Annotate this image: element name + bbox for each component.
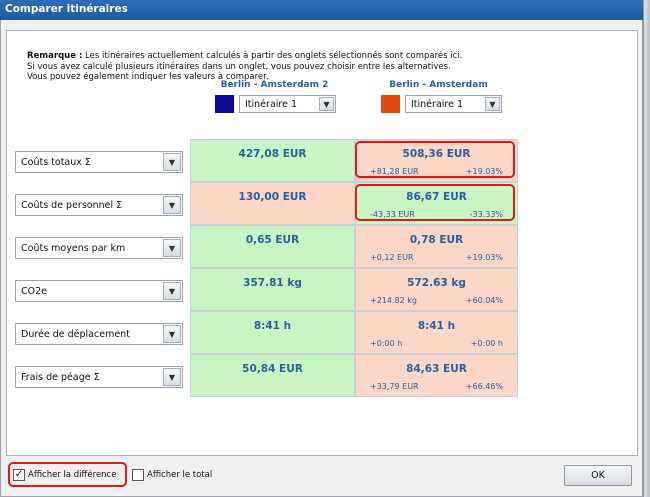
value-cell-col1: 427,08 EUR [190,139,355,182]
chevron-down-icon[interactable]: ▼ [485,97,500,111]
title-bar: Comparer itinéraires [0,0,643,20]
remark-text: Remarque : Les itinéraires actuellement … [27,51,627,83]
chevron-down-icon[interactable]: ▼ [163,368,181,386]
value-cell-col2: 84,63 EUR +33,79 EUR +66.46% [355,354,518,397]
column-title-1: Berlin - Amsterdam 2 [220,80,329,90]
difference-percent: +66.46% [465,382,503,391]
difference-absolute: +214.82 kg [370,296,417,305]
value-cell-col1: 50,84 EUR [190,354,355,397]
difference-absolute: +33,79 EUR [370,382,419,391]
difference-absolute: +0,12 EUR [370,253,414,262]
value-cell-col1: 8:41 h [190,311,355,354]
show-difference-checkbox[interactable]: ✓ [13,469,25,481]
highlight-total-cost [355,141,515,178]
value-text: 427,08 EUR [238,148,307,160]
chevron-down-icon[interactable]: ▼ [163,239,181,257]
value-selector-label: Durée de déplacement [21,329,130,340]
show-difference-label[interactable]: Afficher la différence [28,470,116,480]
value-text: 8:41 h [417,320,456,332]
route-select-2-value: Itinéraire 1 [411,99,464,110]
value-selector-row-3[interactable]: Coûts moyens par km ▼ [15,237,183,259]
chevron-down-icon[interactable]: ▼ [163,196,181,214]
chevron-down-icon[interactable]: ▼ [163,153,181,171]
difference-percent: +60.04% [465,296,503,305]
route-select-1[interactable]: Itinéraire 1 ▼ [239,95,336,113]
value-cell-col1: 0,65 EUR [190,225,355,268]
value-selector-label: Coûts totaux Σ [21,157,91,168]
route-color-swatch-2 [381,95,400,113]
value-cell-col1: 130,00 EUR [190,182,355,225]
route-select-2[interactable]: Itinéraire 1 ▼ [405,95,502,113]
chevron-down-icon[interactable]: ▼ [319,97,334,111]
value-selector-row-1[interactable]: Coûts totaux Σ ▼ [15,151,183,173]
value-text: 357.81 kg [243,277,302,289]
show-total-label[interactable]: Afficher le total [147,470,212,480]
value-text: 8:41 h [253,320,292,332]
value-cell-col2: 572.63 kg +214.82 kg +60.04% [355,268,518,311]
value-text: 84,63 EUR [406,363,467,375]
value-cell-col1: 357.81 kg [190,268,355,311]
value-text: 50,84 EUR [242,363,303,375]
value-selector-row-6[interactable]: Frais de péage Σ ▼ [15,366,183,388]
value-text: 0,65 EUR [245,234,300,246]
route-select-1-value: Itinéraire 1 [245,99,298,110]
value-selector-row-2[interactable]: Coûts de personnel Σ ▼ [15,194,183,216]
value-selector-row-4[interactable]: CO2e ▼ [15,280,183,302]
difference-absolute: +0:00 h [370,339,403,348]
value-selector-label: CO2e [21,286,47,297]
chevron-down-icon[interactable]: ▼ [163,325,181,343]
value-cell-col2: 8:41 h +0:00 h +0:00 h [355,311,518,354]
remark-label: Remarque : [27,51,83,61]
column-title-2: Berlin - Amsterdam [389,80,488,90]
value-selector-label: Coûts moyens par km [21,243,126,254]
value-selector-label: Frais de péage Σ [21,372,100,383]
chevron-down-icon[interactable]: ▼ [163,282,181,300]
show-total-checkbox[interactable] [132,469,144,481]
value-selector-label: Coûts de personnel Σ [21,200,123,211]
background-window-edge [643,0,650,497]
value-cell-col2: 0,78 EUR +0,12 EUR +19.03% [355,225,518,268]
route-color-swatch-1 [215,95,234,113]
highlight-personnel-cost [355,184,515,221]
difference-percent: +0:00 h [470,339,503,348]
remark-line-1: Les itinéraires actuellement calculés à … [82,51,463,61]
window-title: Comparer itinéraires [5,3,128,15]
value-text: 572.63 kg [407,277,466,289]
value-text: 130,00 EUR [238,191,307,203]
value-text: 0,78 EUR [409,234,464,246]
difference-percent: +19.03% [465,253,503,262]
remark-line-2: Si vous avez calculé plusieurs itinérair… [27,61,451,72]
value-selector-row-5[interactable]: Durée de déplacement ▼ [15,323,183,345]
ok-button[interactable]: OK [564,465,632,486]
